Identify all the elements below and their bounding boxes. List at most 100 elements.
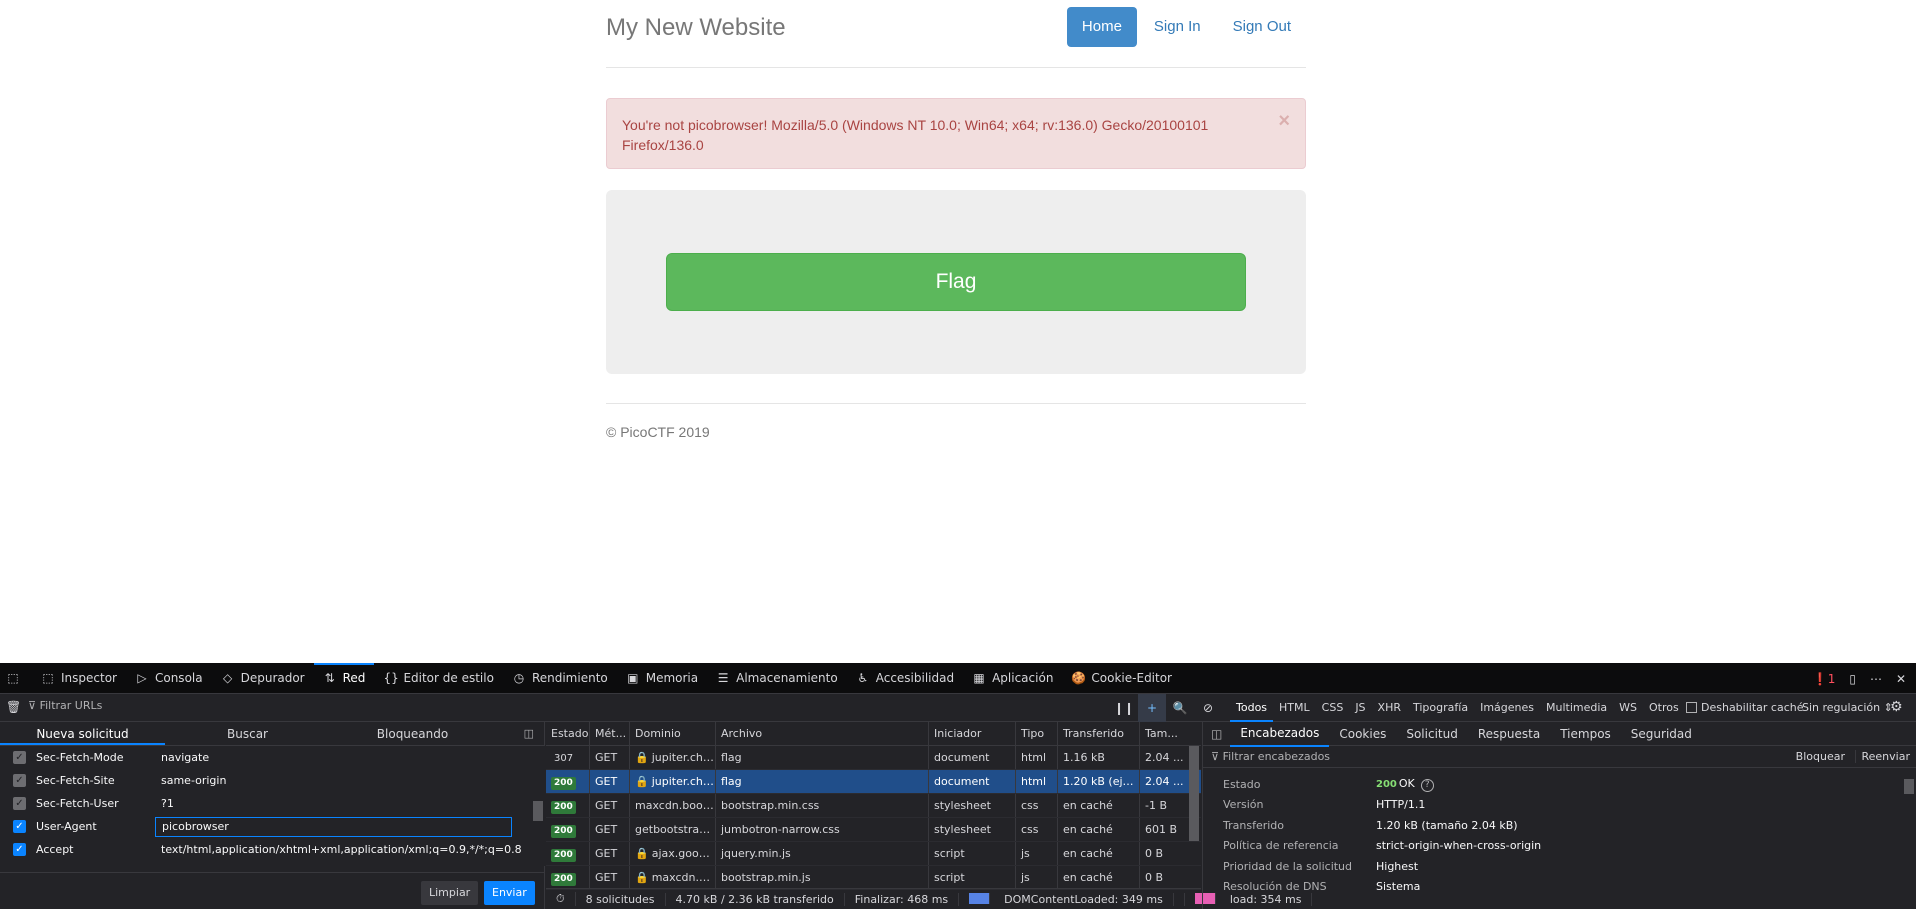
header-value[interactable]: navigate (161, 751, 209, 764)
user-agent-input[interactable]: picobrowser (155, 816, 512, 837)
error-count-badge[interactable]: ❗1 (1813, 672, 1836, 686)
jumbotron: Flag (606, 190, 1306, 374)
filter-headers-input[interactable]: ⊽ Filtrar encabezados (1211, 750, 1330, 763)
col-type[interactable]: Tipo (1016, 722, 1058, 745)
throttling-select[interactable]: Sin regulación ⇕ (1802, 701, 1893, 714)
close-icon[interactable]: ✕ (1896, 672, 1906, 686)
table-header: Estado Mét... Dominio Archivo Iniciador … (546, 722, 1201, 746)
filter-xhr[interactable]: XHR (1372, 694, 1407, 722)
tab-new-request[interactable]: Nueva solicitud (0, 722, 165, 745)
header-name[interactable]: Sec-Fetch-User (36, 797, 161, 810)
headers-scrollbar[interactable] (530, 746, 545, 866)
tab-security[interactable]: Seguridad (1621, 722, 1702, 746)
nav-home[interactable]: Home (1066, 7, 1137, 47)
col-initiator[interactable]: Iniciador (929, 722, 1016, 745)
filter-js[interactable]: JS (1349, 694, 1371, 722)
sidebar-toggle-icon[interactable]: ◫ (524, 727, 534, 740)
table-row[interactable]: 200 GET 🔒 maxcdn.b... bootstrap.min.js sc… (546, 866, 1201, 890)
cookie-icon: 🍪 (1071, 671, 1087, 685)
pause-icon[interactable]: ❙❙ (1110, 701, 1138, 715)
header-value[interactable]: same-origin (161, 774, 226, 787)
tab-storage[interactable]: ☰ Almacenamiento (707, 663, 847, 694)
trash-icon[interactable]: 🗑 (6, 700, 21, 714)
table-row[interactable]: 307 GET 🔒 jupiter.cha... flag document ht… (546, 746, 1201, 770)
col-size[interactable]: Tam... (1140, 722, 1185, 745)
header-checkbox[interactable]: ✓ (13, 774, 26, 787)
timer-icon: ⏱ (546, 892, 576, 906)
header-value[interactable]: text/html,application/xhtml+xml,applicat… (161, 843, 522, 856)
dock-icon[interactable]: ▯ (1849, 672, 1856, 686)
tab-style-editor[interactable]: {} Editor de estilo (374, 663, 503, 694)
help-icon[interactable]: ? (1420, 778, 1434, 792)
table-row-selected[interactable]: 200 GET 🔒 jupiter.cha... flag document ht… (546, 770, 1201, 794)
flag-button[interactable]: Flag (666, 253, 1246, 311)
tab-network[interactable]: ⇅ Red (313, 662, 375, 694)
status-badge: 200 (551, 872, 576, 886)
disable-cache-checkbox[interactable]: Deshabilitar caché (1686, 701, 1803, 714)
header-checkbox[interactable]: ✓ (13, 843, 26, 856)
col-transferred[interactable]: Transferido (1058, 722, 1140, 745)
send-button[interactable]: Enviar (484, 881, 535, 905)
table-scrollbar[interactable] (1186, 746, 1201, 884)
header-value[interactable]: ?1 (161, 797, 174, 810)
block-icon[interactable]: ⊘ (1194, 701, 1222, 715)
alert-close-icon[interactable]: × (1278, 111, 1290, 131)
tab-headers[interactable]: Encabezados (1230, 721, 1330, 747)
detail-scrollbar[interactable] (1902, 769, 1916, 909)
table-row[interactable]: 200 GET 🔒 ajax.googl... jquery.min.js scr… (546, 842, 1201, 866)
tab-cookie-editor[interactable]: 🍪 Cookie-Editor (1062, 663, 1181, 694)
header-row: ✓ Sec-Fetch-User ?1 (0, 792, 544, 815)
detail-row-status: Estado 200 OK? (1203, 774, 1916, 795)
filter-other[interactable]: Otros (1643, 694, 1685, 722)
search-icon[interactable]: 🔍 (1166, 701, 1194, 715)
tab-blocking[interactable]: Bloqueando (330, 722, 495, 745)
filter-html[interactable]: HTML (1273, 694, 1316, 722)
filter-fonts[interactable]: Tipografía (1407, 694, 1474, 722)
tab-accessibility[interactable]: ♿ Accesibilidad (847, 663, 963, 694)
header-checkbox[interactable]: ✓ (13, 820, 26, 833)
summary-finish: Finalizar: 468 ms (845, 892, 960, 906)
header-checkbox[interactable]: ✓ (13, 797, 26, 810)
tab-request[interactable]: Solicitud (1396, 722, 1468, 746)
block-button[interactable]: Bloquear (1790, 750, 1845, 763)
tab-inspector[interactable]: ⬚ Inspector (32, 663, 126, 694)
tab-search[interactable]: Buscar (165, 722, 330, 745)
nav-sign-in[interactable]: Sign In (1139, 7, 1216, 47)
filter-css[interactable]: CSS (1316, 694, 1350, 722)
detail-row: Transferido 1.20 kB (tamaño 2.04 kB) (1223, 818, 1518, 832)
header-name[interactable]: Sec-Fetch-Site (36, 774, 161, 787)
tab-cookies[interactable]: Cookies (1329, 722, 1396, 746)
col-status[interactable]: Estado (546, 722, 590, 745)
tab-performance[interactable]: ◷ Rendimiento (503, 663, 617, 694)
filter-ws[interactable]: WS (1613, 694, 1643, 722)
nav-sign-out[interactable]: Sign Out (1218, 7, 1306, 47)
new-request-icon[interactable]: + (1138, 694, 1166, 722)
header-name[interactable]: Sec-Fetch-Mode (36, 751, 161, 764)
tab-timings[interactable]: Tiempos (1550, 722, 1621, 746)
header-name[interactable]: User-Agent (36, 820, 161, 833)
clear-button[interactable]: Limpiar (421, 881, 479, 905)
resend-button[interactable]: Reenviar (1854, 750, 1910, 763)
request-detail-panel: ◫ Encabezados Cookies Solicitud Respuest… (1202, 722, 1916, 909)
tab-console[interactable]: ▷ Consola (126, 663, 212, 694)
col-file[interactable]: Archivo (716, 722, 929, 745)
header-checkbox[interactable]: ✓ (13, 751, 26, 764)
more-icon[interactable]: ⋯ (1870, 672, 1882, 686)
col-method[interactable]: Mét... (590, 722, 630, 745)
filter-all[interactable]: Todos (1230, 694, 1274, 722)
filter-images[interactable]: Imágenes (1474, 694, 1540, 722)
status-badge: 200 (551, 824, 576, 838)
tab-debugger[interactable]: ◇ Depurador (212, 663, 314, 694)
table-row[interactable]: 200 GET getbootstrap.... jumbotron-narro… (546, 818, 1201, 842)
element-picker-icon[interactable]: ⬚ (0, 663, 32, 694)
filter-urls-input[interactable]: ⊽ Filtrar URLs (28, 699, 102, 712)
panel-toggle-icon[interactable]: ◫ (1203, 727, 1230, 741)
tab-response[interactable]: Respuesta (1468, 722, 1550, 746)
table-row[interactable]: 200 GET maxcdn.boots... bootstrap.min.cs… (546, 794, 1201, 818)
tab-memory[interactable]: ▣ Memoria (617, 663, 707, 694)
col-domain[interactable]: Dominio (630, 722, 716, 745)
filter-media[interactable]: Multimedia (1540, 694, 1613, 722)
tab-application[interactable]: ▦ Aplicación (963, 663, 1062, 694)
header-name[interactable]: Accept (36, 843, 161, 856)
gear-icon[interactable]: ⚙ (1890, 699, 1903, 715)
